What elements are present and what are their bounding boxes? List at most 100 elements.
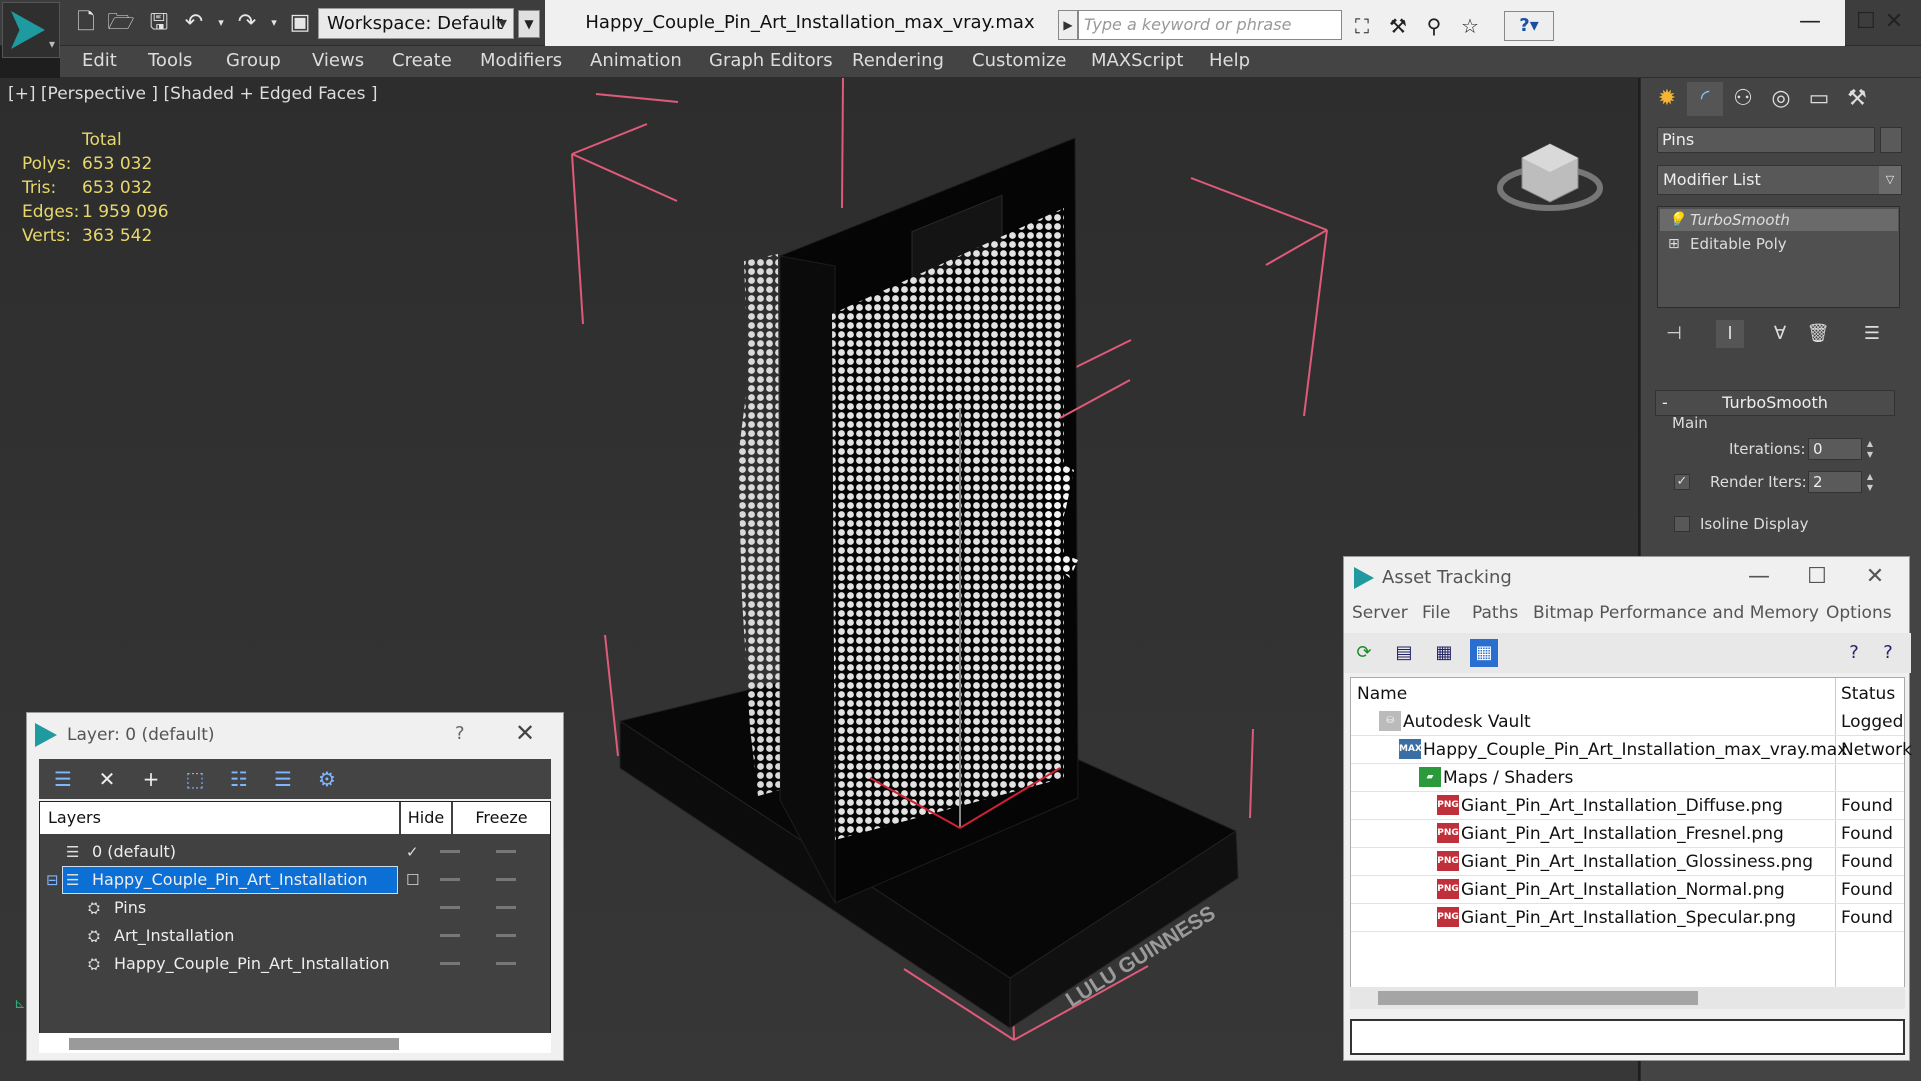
menu-server[interactable]: Server xyxy=(1352,603,1408,623)
delete-layer-icon[interactable]: ✕ xyxy=(93,765,121,793)
spinner-arrows-icon[interactable]: ▲ ▼ xyxy=(1863,438,1877,460)
object-name-input[interactable]: Pins xyxy=(1657,127,1875,153)
menu-bitmap-performance[interactable]: Bitmap Performance and Memory xyxy=(1533,603,1819,623)
close-button[interactable]: ✕ xyxy=(1850,559,1900,595)
help-icon[interactable]: ? xyxy=(1840,639,1868,667)
minimize-button[interactable]: — xyxy=(1782,4,1838,40)
motion-tab-icon[interactable]: ◎ xyxy=(1763,82,1799,116)
select-layer-icon[interactable]: ☷ xyxy=(225,765,253,793)
menu-create[interactable]: Create xyxy=(392,50,452,71)
iterations-spinner[interactable]: 0 xyxy=(1808,438,1862,460)
isoline-display-checkbox[interactable] xyxy=(1674,516,1690,532)
redo-dropdown-icon[interactable]: ▾ xyxy=(260,9,288,37)
hide-toggle[interactable] xyxy=(440,934,460,937)
turbosmooth-rollout-header[interactable]: - TurboSmooth xyxy=(1655,390,1895,416)
asset-row[interactable]: PNG Giant_Pin_Art_Installation_Fresnel.pn… xyxy=(1351,820,1904,848)
maximize-button[interactable]: ☐ xyxy=(1792,559,1842,595)
menu-animation[interactable]: Animation xyxy=(590,50,682,71)
display-tab-icon[interactable]: ▭ xyxy=(1801,82,1837,116)
asset-row[interactable]: PNG Giant_Pin_Art_Installation_Diffuse.pn… xyxy=(1351,792,1904,820)
help-context-icon[interactable]: ? xyxy=(1874,639,1902,667)
layer-properties-icon[interactable]: ⚙ xyxy=(313,765,341,793)
menu-rendering[interactable]: Rendering xyxy=(852,50,944,71)
configure-modifier-sets-icon[interactable]: ☰ xyxy=(1858,320,1886,348)
horizontal-scrollbar[interactable] xyxy=(1350,987,1905,1009)
viewport-label[interactable]: [+] [Perspective ] [Shaded + Edged Faces… xyxy=(8,84,377,104)
create-tab-icon[interactable]: ✹ xyxy=(1649,82,1685,116)
app-menu-button[interactable]: ▾ xyxy=(2,2,60,58)
set-current-layer-icon[interactable]: ☰ xyxy=(269,765,297,793)
hide-toggle[interactable] xyxy=(440,878,460,881)
workspace-menu-button[interactable]: ▼ xyxy=(518,10,540,38)
remove-modifier-icon[interactable]: 🗑 xyxy=(1804,320,1832,348)
list-view-icon[interactable]: ▤ xyxy=(1390,639,1418,667)
make-unique-icon[interactable]: ∀ xyxy=(1766,320,1794,348)
stack-item-editable-poly[interactable]: ⊞ Editable Poly xyxy=(1660,233,1898,255)
hierarchy-tab-icon[interactable]: ⚇ xyxy=(1725,82,1761,116)
layer-row-selected[interactable]: ⊟ ☰ Happy_Couple_Pin_Art_Installation ☐ xyxy=(40,866,550,894)
search-expand-button[interactable]: ▶ xyxy=(1058,10,1078,40)
layer-row[interactable]: ☰ 0 (default) ✓ xyxy=(40,838,550,866)
object-row[interactable]: ⛭ Happy_Couple_Pin_Art_Installation xyxy=(40,950,550,978)
freeze-toggle[interactable] xyxy=(496,850,516,853)
project-folder-icon[interactable]: ▣ xyxy=(286,9,314,37)
menu-graph-editors[interactable]: Graph Editors xyxy=(709,50,833,71)
render-iters-checkbox[interactable]: ✓ xyxy=(1674,474,1690,490)
asset-row[interactable]: PNG Giant_Pin_Art_Installation_Specular.p… xyxy=(1351,904,1904,932)
spinner-arrows-icon[interactable]: ▲ ▼ xyxy=(1863,471,1877,493)
asset-row[interactable]: PNG Giant_Pin_Art_Installation_Glossiness… xyxy=(1351,848,1904,876)
undo-icon[interactable]: ↶ xyxy=(180,9,208,37)
close-button[interactable]: ✕ xyxy=(515,719,535,747)
menu-modifiers[interactable]: Modifiers xyxy=(480,50,562,71)
open-file-icon[interactable]: 🗁 xyxy=(107,9,135,37)
stack-item-turbosmooth[interactable]: 💡 TurboSmooth xyxy=(1660,209,1898,231)
freeze-toggle[interactable] xyxy=(496,962,516,965)
hide-toggle[interactable] xyxy=(440,906,460,909)
add-to-layer-icon[interactable]: + xyxy=(137,765,165,793)
menu-options[interactable]: Options xyxy=(1826,603,1892,623)
asset-row[interactable]: MAX Happy_Couple_Pin_Art_Installation_max… xyxy=(1351,736,1912,764)
hide-toggle[interactable] xyxy=(440,850,460,853)
object-row[interactable]: ⛭ Art_Installation xyxy=(40,922,550,950)
menu-edit[interactable]: Edit xyxy=(82,50,117,71)
menu-file[interactable]: File xyxy=(1422,603,1450,623)
undo-dropdown-icon[interactable]: ▾ xyxy=(207,9,235,37)
thumbnail-view-icon[interactable]: ▦ xyxy=(1430,639,1458,667)
current-layer-box-icon[interactable]: ☐ xyxy=(406,866,419,894)
workspace-dropdown[interactable]: Workspace: Default ▼ xyxy=(318,8,514,39)
help-button[interactable]: ? xyxy=(455,723,465,744)
close-button[interactable]: ✕ xyxy=(1866,4,1921,40)
new-layer-icon[interactable]: ☰ xyxy=(49,765,77,793)
object-color-swatch[interactable] xyxy=(1880,127,1902,153)
pin-stack-icon[interactable]: ⊣ xyxy=(1660,320,1688,348)
menu-paths[interactable]: Paths xyxy=(1472,603,1518,623)
menu-help[interactable]: Help xyxy=(1209,50,1250,71)
new-file-icon[interactable]: 🗋 xyxy=(72,9,100,37)
freeze-toggle[interactable] xyxy=(496,906,516,909)
help-button[interactable]: ?▾ xyxy=(1504,11,1554,41)
communication-center-icon[interactable]: ⚲ xyxy=(1420,12,1448,40)
object-row[interactable]: ⛭ Pins xyxy=(40,894,550,922)
redo-icon[interactable]: ↷ xyxy=(233,9,261,37)
scrollbar-thumb[interactable] xyxy=(1378,991,1698,1005)
menu-tools[interactable]: Tools xyxy=(148,50,192,71)
menu-maxscript[interactable]: MAXScript xyxy=(1091,50,1183,71)
expand-plus-icon[interactable]: ⊞ xyxy=(1668,233,1680,255)
column-header-name[interactable]: Name xyxy=(1357,678,1407,710)
minimize-button[interactable]: — xyxy=(1734,559,1784,595)
asset-row[interactable]: ▰ Maps / Shaders xyxy=(1351,764,1904,792)
binoculars-icon[interactable]: ⛶ xyxy=(1348,12,1376,40)
freeze-toggle[interactable] xyxy=(496,878,516,881)
viewcube-icon[interactable] xyxy=(1497,143,1603,211)
collapse-icon[interactable]: ⊟ xyxy=(46,866,59,894)
asset-row[interactable]: ⛁ Autodesk Vault Logged xyxy=(1351,708,1904,736)
save-icon[interactable]: 🖫 xyxy=(145,9,173,37)
search-input[interactable]: Type a keyword or phrase xyxy=(1078,10,1342,40)
modifier-list-dropdown[interactable]: Modifier List ▽ xyxy=(1657,165,1902,195)
favorites-star-icon[interactable]: ☆ xyxy=(1456,12,1484,40)
render-iters-spinner[interactable]: 2 xyxy=(1808,471,1862,493)
column-header-hide[interactable]: Hide xyxy=(401,802,451,834)
column-header-layers[interactable]: Layers xyxy=(40,802,399,834)
utilities-tab-icon[interactable]: ⚒ xyxy=(1839,82,1875,116)
scrollbar-thumb[interactable] xyxy=(69,1038,399,1050)
